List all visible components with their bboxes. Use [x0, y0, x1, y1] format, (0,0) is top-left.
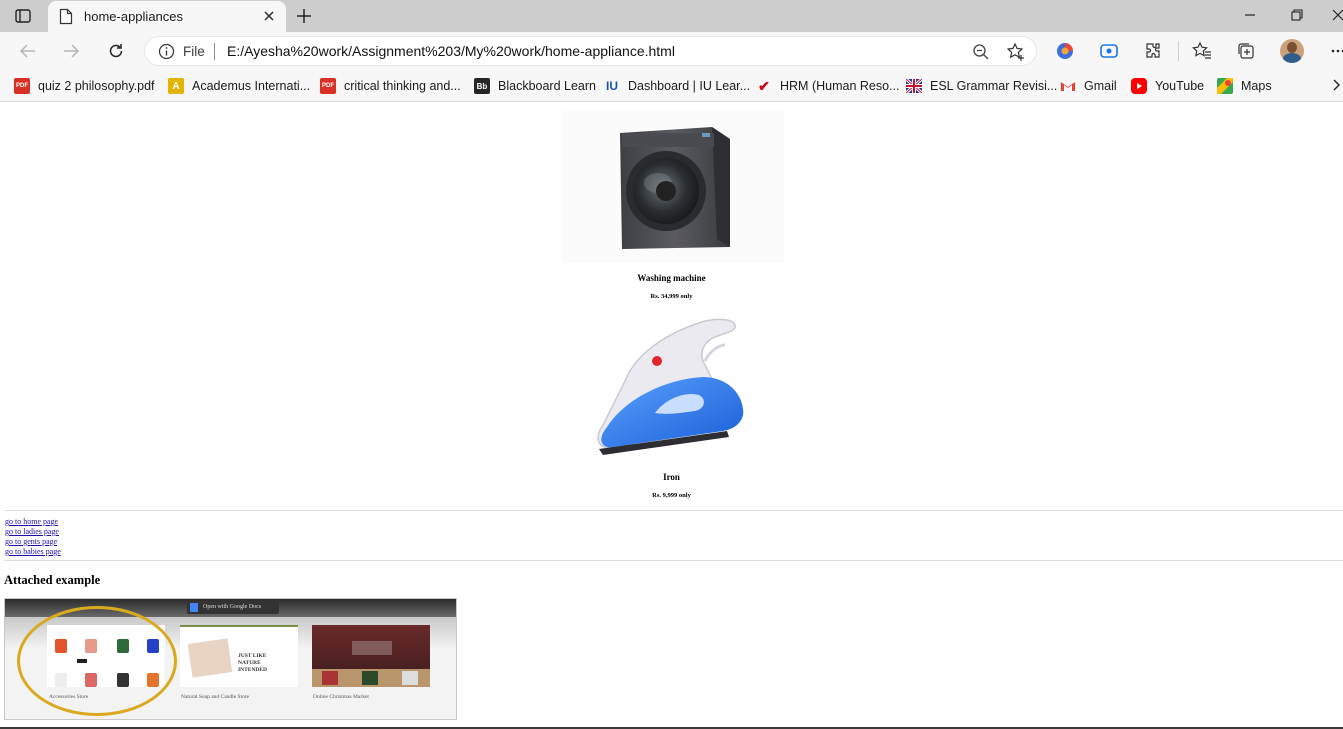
minimize-icon[interactable]	[1242, 7, 1258, 23]
open-with-docs-chip: Open with Google Docs	[187, 601, 279, 614]
bookmark-label: Gmail	[1084, 79, 1117, 93]
address-bar: File E:/Ayesha%20work/Assignment%203/My%…	[0, 32, 1343, 70]
example-card-soap: JUST LIKE NATURE INTENDED	[180, 625, 298, 687]
gmail-icon	[1060, 78, 1076, 94]
active-tab[interactable]: home-appliances	[48, 1, 286, 32]
extensions-icon[interactable]	[1143, 41, 1163, 61]
bookmark-label: HRM (Human Reso...	[780, 79, 900, 93]
example-card-christmas	[312, 625, 430, 687]
forward-icon[interactable]	[61, 41, 81, 61]
link-gents-page[interactable]: go to gents page	[5, 537, 57, 546]
more-options-icon[interactable]	[1330, 41, 1343, 61]
bookmark-esl-grammar[interactable]: ESL Grammar Revisi...	[906, 76, 1057, 96]
refresh-icon[interactable]	[106, 41, 126, 61]
bookmark-iu-dashboard[interactable]: IU Dashboard | IU Lear...	[604, 76, 750, 96]
bookmark-maps[interactable]: Maps	[1217, 76, 1272, 96]
url-bar[interactable]: File E:/Ayesha%20work/Assignment%203/My%…	[144, 36, 1037, 66]
link-ladies-page[interactable]: go to ladies page	[5, 527, 59, 536]
new-tab-icon[interactable]	[294, 6, 314, 26]
iu-icon: IU	[606, 79, 618, 93]
product-price: Rs. 9,999 only	[652, 492, 691, 499]
collections-icon[interactable]	[1236, 41, 1256, 61]
example-banner-text: JUST LIKE NATURE INTENDED	[238, 653, 268, 673]
tab-title: home-appliances	[84, 9, 184, 24]
bookmarks-overflow-icon[interactable]	[1330, 75, 1343, 95]
bookmark-quiz-pdf[interactable]: PDF quiz 2 philosophy.pdf	[14, 76, 155, 96]
url-separator	[214, 43, 215, 60]
bookmark-gmail[interactable]: Gmail	[1060, 76, 1117, 96]
washing-machine-image	[562, 111, 784, 263]
product-name: Washing machine	[637, 273, 706, 283]
docs-icon	[190, 603, 198, 612]
blackboard-icon: Bb	[474, 78, 490, 94]
example-card-label: Online Christmas Market	[313, 694, 369, 700]
link-home-page[interactable]: go to home page	[5, 517, 58, 526]
tab-bar: home-appliances	[0, 0, 1343, 32]
pdf-icon: PDF	[320, 78, 336, 94]
document-icon	[59, 8, 73, 25]
maps-icon	[1217, 78, 1233, 94]
close-tab-icon[interactable]	[261, 8, 277, 24]
close-window-icon[interactable]	[1331, 7, 1343, 23]
uk-flag-icon	[906, 78, 922, 94]
highlight-circle	[17, 606, 177, 716]
bookmark-label: ESL Grammar Revisi...	[930, 79, 1058, 93]
hrm-icon: ✔	[758, 77, 770, 94]
bookmark-youtube[interactable]: YouTube	[1131, 76, 1204, 96]
bookmarks-bar: PDF quiz 2 philosophy.pdf A Academus Int…	[0, 70, 1343, 102]
info-icon[interactable]	[158, 43, 175, 60]
extension-colorful-icon[interactable]	[1055, 41, 1075, 61]
product-price: Rs. 34,999 only	[650, 293, 693, 300]
youtube-icon	[1131, 78, 1147, 94]
back-icon[interactable]	[18, 41, 38, 61]
favorites-icon[interactable]	[1192, 41, 1212, 61]
link-babies-page[interactable]: go to babies page	[5, 547, 61, 556]
url-text[interactable]: E:/Ayesha%20work/Assignment%203/My%20wor…	[227, 43, 675, 59]
profile-avatar[interactable]	[1280, 39, 1304, 63]
toolbar-divider	[1178, 41, 1179, 61]
bookmark-label: YouTube	[1155, 79, 1205, 93]
horizontal-rule	[4, 560, 1343, 561]
bookmark-critical-thinking[interactable]: PDF critical thinking and...	[320, 76, 461, 96]
attached-heading: Attached example	[4, 573, 101, 587]
iron-image	[595, 315, 755, 461]
bookmark-label: Blackboard Learn	[498, 79, 596, 93]
attached-example-image: Open with Google Docs Accessories Store …	[4, 598, 457, 720]
bookmark-label: critical thinking and...	[344, 79, 461, 93]
add-favorite-icon[interactable]	[1006, 42, 1026, 62]
pdf-icon: PDF	[14, 78, 30, 94]
example-card-label: Natural Soap and Candle Store	[181, 694, 250, 700]
page-content: Washing machine Rs. 34,999 only Iron Rs.…	[0, 103, 1343, 729]
restore-icon[interactable]	[1289, 7, 1305, 23]
zoom-out-icon[interactable]	[972, 43, 990, 61]
bookmark-label: Maps	[1241, 79, 1272, 93]
bookmark-label: quiz 2 philosophy.pdf	[38, 79, 155, 93]
product-name: Iron	[663, 472, 680, 482]
bookmark-label: Dashboard | IU Lear...	[628, 79, 751, 93]
bookmark-hrm[interactable]: ✔ HRM (Human Reso...	[756, 76, 899, 96]
horizontal-rule	[4, 510, 1343, 511]
bookmark-blackboard[interactable]: Bb Blackboard Learn	[474, 76, 596, 96]
tab-actions-icon[interactable]	[12, 6, 34, 26]
academus-icon: A	[168, 78, 184, 94]
bookmark-label: Academus Internati...	[192, 79, 311, 93]
screen-capture-icon[interactable]	[1099, 41, 1119, 61]
file-label: File	[183, 44, 205, 59]
bookmark-academus[interactable]: A Academus Internati...	[168, 76, 310, 96]
